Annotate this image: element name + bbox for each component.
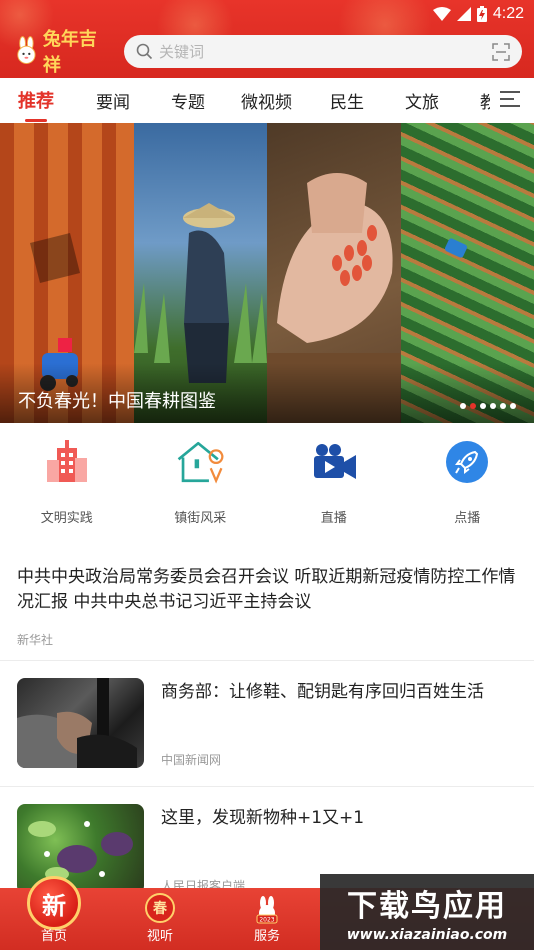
bottom-nav-services[interactable]: 2023 服务 (227, 888, 307, 950)
bottom-nav-label: 首页 (40, 929, 67, 944)
tab-education[interactable]: 教 (480, 88, 490, 113)
quick-nav: 文明实践 镇街风采 直播 点播 (0, 437, 534, 537)
building-icon (42, 437, 92, 487)
tab-livelihood[interactable]: 民生 (330, 88, 364, 113)
news-thumbnail (17, 804, 144, 894)
menu-icon[interactable] (500, 91, 520, 112)
quick-nav-label: 文明实践 (40, 511, 93, 526)
search-bar[interactable] (124, 35, 522, 68)
watermark: 下载鸟应用 www.xiazainiao.com (320, 874, 534, 950)
search-icon (136, 43, 153, 60)
tab-culture-tourism[interactable]: 文旅 (405, 88, 439, 113)
banner-title: 不负春光！中国春耕图鉴 (18, 391, 216, 412)
carousel-dot[interactable] (500, 403, 506, 409)
banner-carousel[interactable]: 不负春光！中国春耕图鉴 (0, 123, 534, 423)
battery-icon (476, 6, 487, 22)
news-item[interactable]: 商务部：让修鞋、配钥匙有序回归百姓生活 中国新闻网 (17, 678, 517, 768)
app-logo[interactable]: 兔年吉祥 (12, 29, 112, 76)
tab-topics[interactable]: 专题 (171, 88, 205, 113)
wifi-icon (432, 7, 451, 21)
news-item-featured[interactable]: 中共中央政治局常务委员会召开会议 听取近期新冠疫情防控工作情况汇报 中共中央总书… (17, 565, 517, 648)
news-title: 这里，发现新物种+1又+1 (161, 808, 365, 828)
signal-icon (456, 7, 471, 21)
carousel-dot[interactable] (490, 403, 496, 409)
quick-nav-town-style[interactable]: 镇街风采 (134, 437, 268, 537)
carousel-dot[interactable] (510, 403, 516, 409)
news-thumbnail (17, 678, 144, 768)
house-location-icon (175, 437, 225, 487)
watermark-url: www.xiazainiao.com (346, 927, 508, 943)
carousel-dot-active[interactable] (470, 403, 476, 409)
quick-nav-civilization-practice[interactable]: 文明实践 (0, 437, 134, 537)
bottom-nav-audiovisual[interactable]: 春 视听 (120, 888, 200, 950)
quick-nav-live[interactable]: 直播 (267, 437, 401, 537)
carousel-dot[interactable] (460, 403, 466, 409)
channel-tabs: 推荐 要闻 专题 微视频 民生 文旅 教 (0, 78, 534, 122)
watermark-title: 下载鸟应用 (347, 889, 507, 924)
rabbit-2023-icon: 2023 (256, 896, 278, 924)
video-camera-icon (309, 437, 359, 487)
scan-icon[interactable] (492, 42, 510, 61)
carousel-indicator (460, 403, 516, 409)
quick-nav-on-demand[interactable]: 点播 (401, 437, 534, 537)
bottom-nav-home[interactable]: 首页 (14, 888, 94, 950)
news-title: 中共中央政治局常务委员会召开会议 听取近期新冠疫情防控工作情况汇报 中共中央总书… (17, 567, 516, 612)
divider (0, 660, 534, 661)
news-source: 中国新闻网 (161, 753, 222, 767)
rocket-icon (442, 437, 492, 487)
search-input[interactable] (159, 42, 492, 61)
tab-headlines[interactable]: 要闻 (96, 88, 130, 113)
divider (0, 786, 534, 787)
spring-badge-icon: 春 (145, 893, 175, 923)
news-title: 商务部：让修鞋、配钥匙有序回归百姓生活 (161, 682, 484, 702)
quick-nav-label: 点播 (454, 511, 481, 526)
bottom-nav-label: 视听 (146, 929, 173, 944)
quick-nav-label: 直播 (320, 511, 347, 526)
bottom-nav-label: 服务 (253, 929, 280, 944)
quick-nav-label: 镇街风采 (174, 511, 227, 526)
status-time: 4:22 (492, 5, 524, 22)
top-header: 4:22 兔年吉祥 (0, 0, 534, 78)
logo-text: 兔年吉祥 (42, 29, 97, 76)
badge-year: 2023 (259, 917, 274, 924)
news-source: 新华社 (17, 633, 54, 647)
carousel-dot[interactable] (480, 403, 486, 409)
tab-micro-video[interactable]: 微视频 (241, 88, 292, 113)
tab-recommend[interactable]: 推荐 (18, 87, 54, 113)
rabbit-logo-icon (17, 36, 36, 64)
status-bar: 4:22 (432, 0, 524, 28)
